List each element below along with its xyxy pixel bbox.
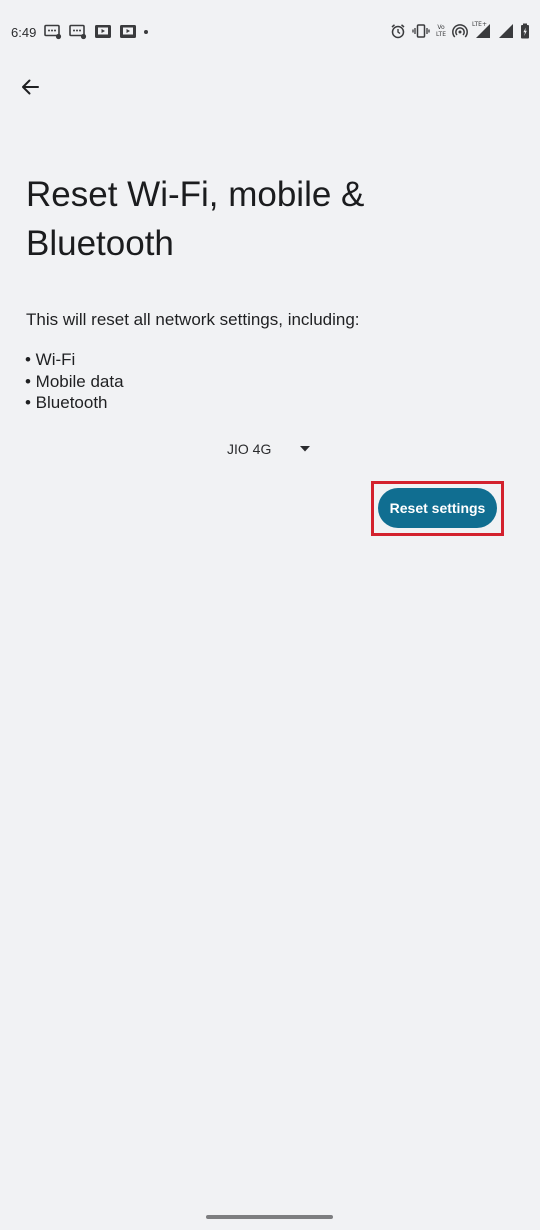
list-item: • Wi-Fi [25,350,76,369]
message-icon [44,24,62,40]
dropdown-arrow-icon [300,446,310,452]
video-app-icon [94,24,112,40]
sim-dropdown[interactable]: JIO 4G [219,434,319,464]
volte-icon: Vo LTE [436,24,446,38]
lte-label: LTE+ [472,21,487,28]
message-icon [69,24,87,40]
signal-icon [498,23,514,39]
notification-icons [44,24,137,40]
hotspot-icon [452,23,468,39]
screen: 6:49 Vo LTE LTE+ Reset Wi-Fi, mobile & B… [0,0,540,1230]
status-time: 6:49 [11,25,37,40]
reset-items-list: • Wi-Fi • Mobile data • Bluetooth [25,349,124,414]
reset-settings-button[interactable]: Reset settings [378,488,497,528]
signal-icon: LTE+ [472,21,492,39]
status-bar: 6:49 Vo LTE LTE+ [0,0,540,66]
page-title: Reset Wi-Fi, mobile & Bluetooth [26,175,365,263]
list-item: • Mobile data [25,371,124,391]
video-app-icon [119,24,137,40]
battery-icon [520,23,530,39]
back-button[interactable] [12,69,48,105]
sim-selected-value: JIO 4G [227,441,272,457]
reset-description: This will reset all network settings, in… [26,310,360,329]
gesture-navigation-bar[interactable] [206,1215,333,1219]
more-notifications-dot [144,30,148,34]
arrow-back-icon [22,79,39,95]
vibrate-icon [412,23,430,39]
alarm-icon [390,23,406,39]
system-icons: Vo LTE LTE+ [390,21,530,39]
list-item: • Bluetooth [25,393,108,412]
